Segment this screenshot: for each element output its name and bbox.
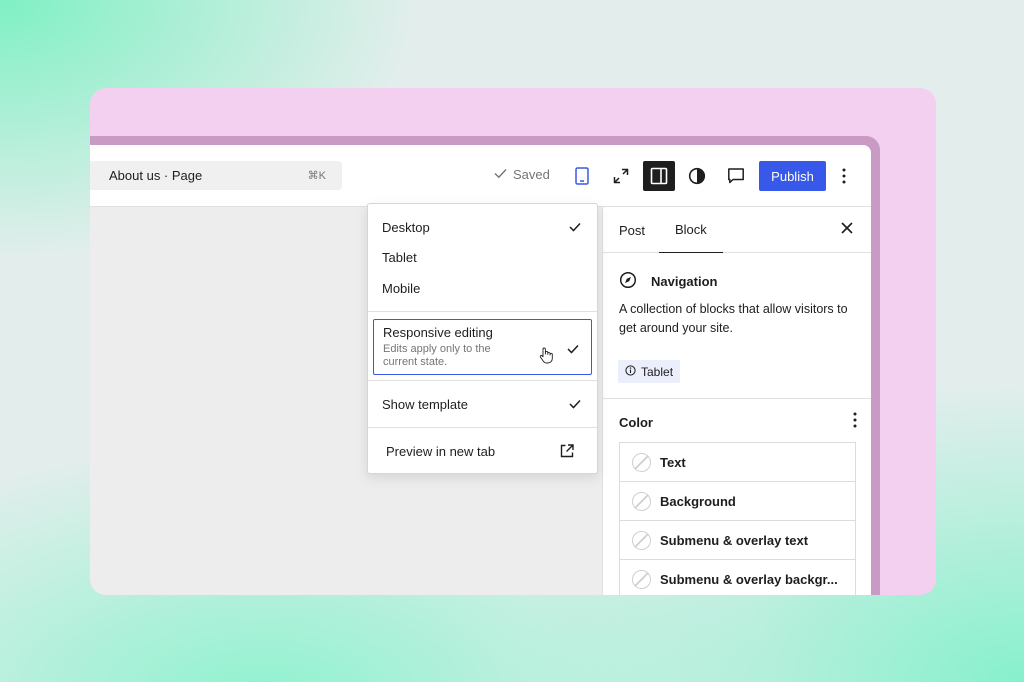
top-toolbar: About us · Page ⌘K Saved Publish [90,145,871,207]
sidebar-icon [650,167,668,185]
menu-item-desktop[interactable]: Desktop [368,212,597,242]
styles-button[interactable] [681,161,713,191]
close-sidebar-button[interactable] [837,220,857,240]
menu-item-preview-new-tab[interactable]: Preview in new tab [368,436,597,466]
color-item-text[interactable]: Text [620,443,855,482]
settings-sidebar-toggle[interactable] [643,161,675,191]
menu-divider [368,311,597,312]
comments-button[interactable] [720,161,752,191]
color-item-background[interactable]: Background [620,482,855,521]
compass-icon [619,271,637,292]
block-title: Navigation [619,271,717,292]
view-dropdown-menu: Desktop Tablet Mobile Responsive editing… [367,203,598,474]
check-icon [569,397,581,412]
menu-divider [368,427,597,428]
menu-item-label: Mobile [382,280,421,296]
menu-item-show-template[interactable]: Show template [368,389,597,419]
menu-item-mobile[interactable]: Mobile [368,273,597,303]
state-badge: Tablet [618,360,681,383]
expand-icon [613,168,629,184]
menu-item-label: Desktop [382,219,430,235]
color-item-label: Submenu & overlay backgr... [660,572,838,587]
block-description: A collection of blocks that allow visito… [619,302,848,335]
color-panel-header: Color [603,399,871,443]
options-button[interactable] [832,161,856,191]
responsive-editing-label: Responsive editing [383,325,493,340]
check-icon [494,167,507,182]
empty-swatch-icon [632,530,651,550]
contrast-icon [688,167,706,185]
block-card: Navigation A collection of blocks that a… [603,253,871,399]
color-list: Text Background Submenu & overlay text S… [619,442,856,595]
command-shortcut: ⌘K [307,170,326,182]
check-icon [569,220,581,235]
menu-item-responsive-editing[interactable]: Responsive editing Edits apply only to t… [373,319,592,375]
block-name: Navigation [651,274,718,289]
empty-swatch-icon [632,452,651,472]
zoom-out-button[interactable] [605,161,637,191]
menu-item-label: Tablet [382,249,417,265]
color-options-button[interactable] [853,412,857,433]
info-icon [625,364,636,379]
empty-swatch-icon [632,491,651,511]
check-icon [567,341,579,359]
settings-sidebar: Post Block Navigation A collection of bl… [602,207,871,595]
sidebar-tabs: Post Block [603,207,871,253]
color-panel-title: Color [619,415,653,430]
menu-divider [368,380,597,381]
badge-label: Tablet [641,364,674,379]
menu-item-label: Show template [382,396,468,412]
color-item-label: Submenu & overlay text [660,532,809,548]
color-item-label: Background [660,493,736,509]
color-item-label: Text [660,454,686,470]
external-link-icon [559,443,575,462]
publish-button[interactable]: Publish [759,161,826,191]
color-item-submenu-background[interactable]: Submenu & overlay backgr... [620,560,855,595]
document-title: About us · Page [109,168,203,183]
hand-pointer-icon [539,347,553,369]
saved-label: Saved [513,167,550,182]
comment-icon [727,167,745,185]
responsive-editing-description: Edits apply only to the current state. [383,343,491,368]
device-preview-button[interactable] [566,161,598,191]
tab-block[interactable]: Block [659,207,723,253]
saved-status: Saved [494,167,550,182]
document-bar[interactable]: About us · Page ⌘K [90,161,342,190]
tablet-icon [575,167,589,185]
tab-post[interactable]: Post [619,207,645,253]
menu-item-tablet[interactable]: Tablet [368,242,597,272]
menu-item-label: Preview in new tab [386,443,496,459]
empty-swatch-icon [632,570,651,589]
color-item-submenu-text[interactable]: Submenu & overlay text [620,521,855,560]
close-icon [841,221,853,239]
more-vertical-icon [842,168,846,184]
